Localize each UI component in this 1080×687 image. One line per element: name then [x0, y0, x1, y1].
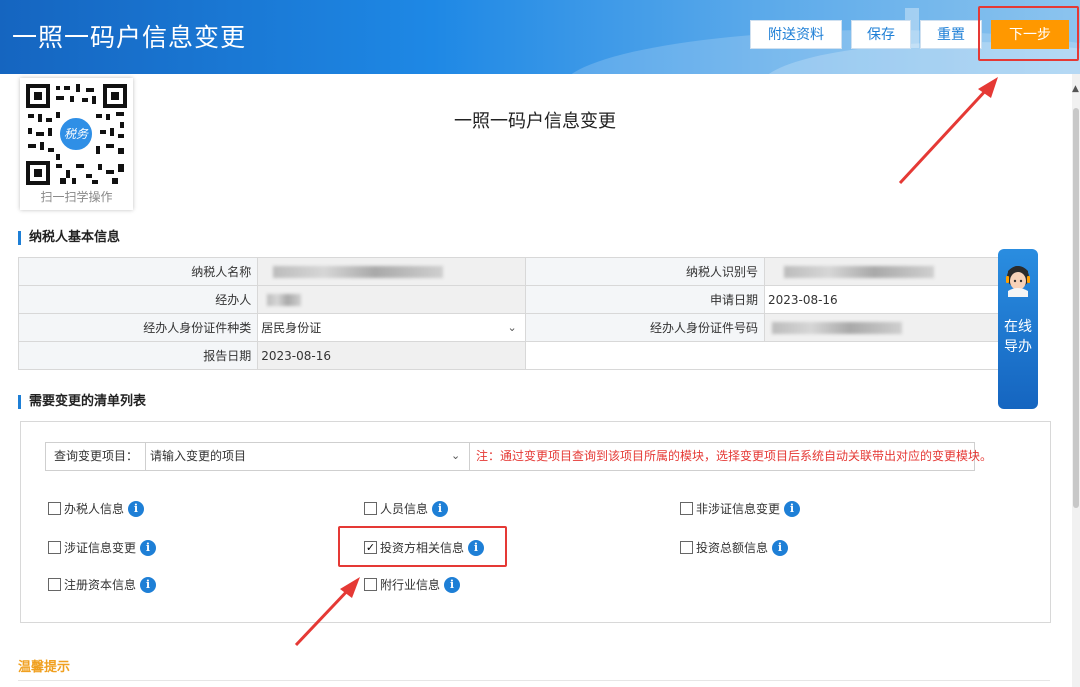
annotation-arrow-investor	[294, 586, 352, 647]
annotation-arrows	[294, 77, 998, 647]
annotation-arrow-next	[898, 86, 990, 185]
